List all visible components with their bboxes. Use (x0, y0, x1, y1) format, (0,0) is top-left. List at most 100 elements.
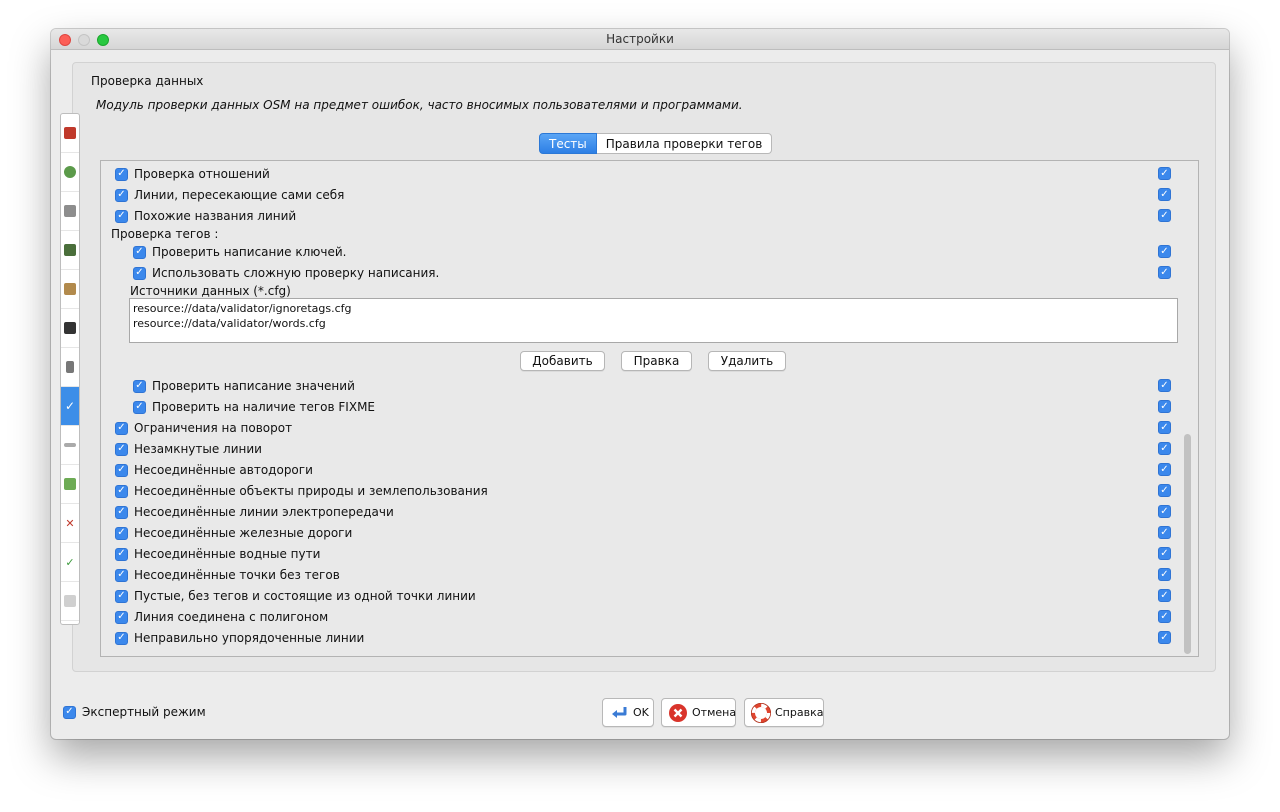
checkbox-before-upload[interactable]: ✓ (1158, 547, 1171, 560)
projection-icon (64, 244, 76, 256)
shortcuts-icon (66, 361, 74, 373)
imagery-icon (64, 478, 76, 490)
help-button[interactable]: Справка (744, 698, 824, 727)
checkbox-before-upload[interactable]: ✓ (1158, 421, 1171, 434)
checkbox[interactable]: ✓ (133, 379, 146, 393)
checkbox[interactable]: ✓ (115, 589, 128, 603)
tab-tests[interactable]: Тесты (539, 133, 597, 154)
checkbox-before-upload[interactable]: ✓ (1158, 400, 1171, 413)
tab-bar: Тесты Правила проверки тегов (539, 133, 773, 154)
list-item[interactable]: ✓ Неправильно упорядоченные линии (115, 629, 364, 647)
checkbox[interactable]: ✓ (115, 526, 128, 540)
tab-tag-rules[interactable]: Правила проверки тегов (596, 133, 773, 154)
checkbox[interactable]: ✓ (115, 167, 128, 181)
list-item[interactable]: ✓ Проверить написание ключей. (133, 243, 346, 261)
checkbox-before-upload[interactable]: ✓ (1158, 266, 1171, 279)
list-item[interactable]: ✓ Проверка отношений (115, 165, 270, 183)
sidebar-item-advanced[interactable] (61, 582, 79, 621)
expert-mode-toggle[interactable]: ✓ Экспертный режим (63, 705, 206, 719)
sidebar-item-filter[interactable]: ✕ (61, 504, 79, 543)
lifebuoy-icon (751, 702, 771, 723)
source-item[interactable]: resource://data/validator/ignoretags.cfg (133, 301, 1174, 316)
checkbox[interactable]: ✓ (115, 505, 128, 519)
list-item[interactable]: ✓ Несоединённые объекты природы и землепо… (115, 482, 488, 500)
checkbox[interactable]: ✓ (115, 188, 128, 202)
checkbox-before-upload[interactable]: ✓ (1158, 442, 1171, 455)
checkbox[interactable]: ✓ (115, 442, 128, 456)
list-item[interactable]: ✓ Несоединённые железные дороги (115, 524, 352, 542)
sidebar-item-connection[interactable] (61, 153, 79, 192)
checkbox-before-upload[interactable]: ✓ (1158, 610, 1171, 623)
list-item[interactable]: ✓ Линия соединена с полигоном (115, 608, 328, 626)
list-item[interactable]: ✓ Проверить на наличие тегов FIXME (133, 398, 375, 416)
sidebar-item-paint[interactable]: ✓ (61, 543, 79, 582)
cancel-button[interactable]: Отмена (661, 698, 736, 727)
test-label: Незамкнутые линии (134, 442, 262, 456)
test-label: Неправильно упорядоченные линии (134, 631, 365, 645)
ok-button[interactable]: OK (602, 698, 654, 727)
checkbox-before-upload[interactable]: ✓ (1158, 589, 1171, 602)
list-item[interactable]: ✓ Незамкнутые линии (115, 440, 262, 458)
connection-icon (64, 166, 76, 178)
checkbox[interactable]: ✓ (133, 266, 146, 280)
audio-icon (64, 443, 76, 447)
checkbox-before-upload[interactable]: ✓ (1158, 245, 1171, 258)
delete-source-button[interactable]: Удалить (708, 351, 786, 371)
edit-source-button[interactable]: Правка (621, 351, 692, 371)
source-item[interactable]: resource://data/validator/words.cfg (133, 316, 1174, 331)
expert-mode-label: Экспертный режим (82, 705, 206, 719)
checkbox-before-upload[interactable]: ✓ (1158, 209, 1171, 222)
sources-list[interactable]: resource://data/validator/ignoretags.cfg… (129, 298, 1178, 343)
sidebar-item-map[interactable] (61, 192, 79, 231)
checkbox[interactable]: ✓ (133, 245, 146, 259)
checkbox[interactable]: ✓ (115, 209, 128, 223)
list-scrollbar[interactable] (1184, 434, 1191, 654)
map-paint-icon: ✓ (65, 555, 75, 569)
sidebar-item-projection[interactable] (61, 231, 79, 270)
cancel-icon (668, 703, 688, 723)
checkbox[interactable]: ✓ (115, 610, 128, 624)
checkbox-before-upload[interactable]: ✓ (1158, 484, 1171, 497)
checkbox-before-upload[interactable]: ✓ (1158, 526, 1171, 539)
checkbox-before-upload[interactable]: ✓ (1158, 188, 1171, 201)
test-label: Линии, пересекающие сами себя (134, 188, 345, 202)
checkbox-before-upload[interactable]: ✓ (1158, 167, 1171, 180)
checkbox-before-upload[interactable]: ✓ (1158, 568, 1171, 581)
list-item[interactable]: ✓ Похожие названия линий (115, 207, 296, 225)
checkbox[interactable]: ✓ (133, 400, 146, 414)
checkbox-before-upload[interactable]: ✓ (1158, 379, 1171, 392)
sources-label: Источники данных (*.cfg) (130, 284, 291, 298)
checkbox-before-upload[interactable]: ✓ (1158, 463, 1171, 476)
list-item[interactable]: ✓ Несоединённые водные пути (115, 545, 320, 563)
checkbox[interactable]: ✓ (115, 484, 128, 498)
checkbox-before-upload[interactable]: ✓ (1158, 631, 1171, 644)
list-item[interactable]: ✓ Пустые, без тегов и состоящие из одной … (115, 587, 476, 605)
sidebar-item-shortcuts[interactable] (61, 348, 79, 387)
sidebar-item-plugins[interactable] (61, 309, 79, 348)
checkbox[interactable]: ✓ (115, 547, 128, 561)
test-label: Несоединённые водные пути (134, 547, 321, 561)
sidebar-item-remote[interactable] (61, 270, 79, 309)
checkbox-before-upload[interactable]: ✓ (1158, 505, 1171, 518)
remote-control-icon (64, 283, 76, 295)
list-item[interactable]: ✓ Линии, пересекающие сами себя (115, 186, 344, 204)
expert-mode-checkbox[interactable]: ✓ (63, 705, 76, 719)
sidebar-item-display[interactable] (61, 114, 79, 153)
checkbox[interactable]: ✓ (115, 568, 128, 582)
list-item[interactable]: ✓ Несоединённые линии электропередачи (115, 503, 394, 521)
sidebar-item-imagery[interactable] (61, 465, 79, 504)
list-item[interactable]: ✓ Проверить написание значений (133, 377, 355, 395)
list-item[interactable]: ✓ Несоединённые точки без тегов (115, 566, 340, 584)
sidebar-item-validator[interactable]: ✓ (61, 387, 79, 426)
list-item[interactable]: ✓ Ограничения на поворот (115, 419, 292, 437)
add-source-button[interactable]: Добавить (520, 351, 605, 371)
checkbox[interactable]: ✓ (115, 421, 128, 435)
list-item[interactable]: ✓ Использовать сложную проверку написания… (133, 264, 439, 282)
tests-list: ✓ Проверка отношений ✓ ✓ Линии, пересекающ… (100, 160, 1199, 657)
checkbox[interactable]: ✓ (115, 631, 128, 645)
sidebar-item-audio[interactable] (61, 426, 79, 465)
list-item[interactable]: ✓ Несоединённые автодороги (115, 461, 313, 479)
checkbox[interactable]: ✓ (115, 463, 128, 477)
advanced-icon (64, 595, 76, 607)
section-title: Проверка данных (91, 74, 204, 88)
